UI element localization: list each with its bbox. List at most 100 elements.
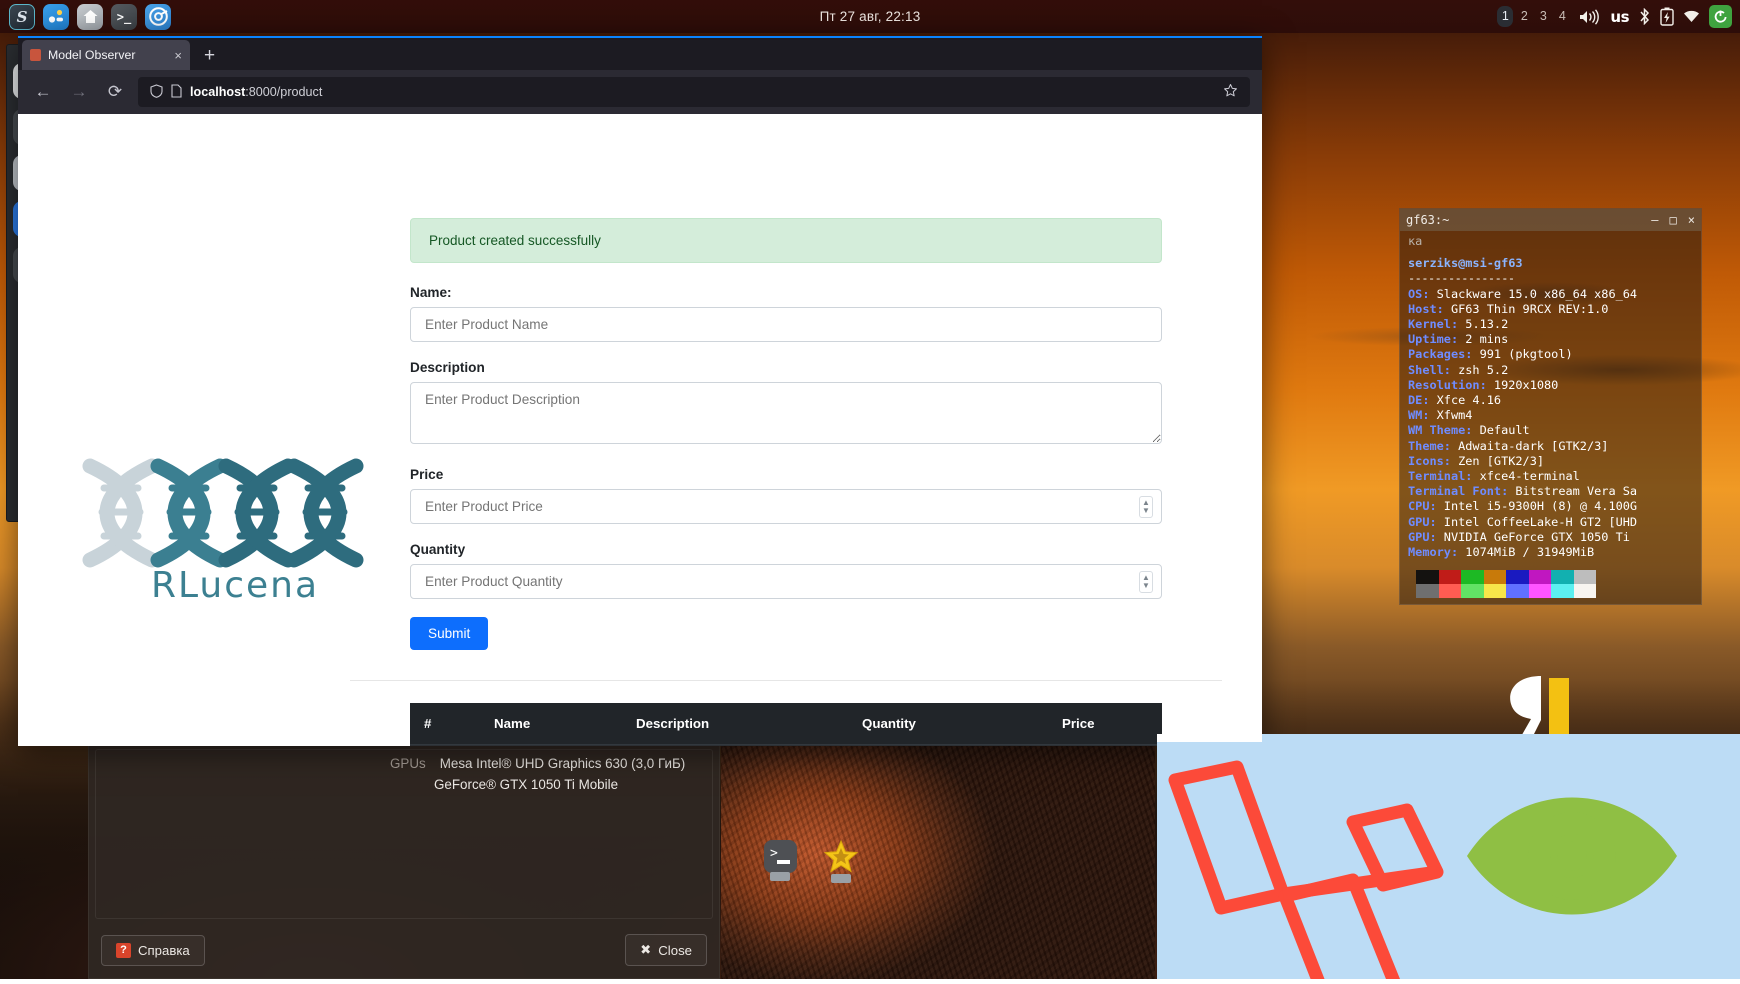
neofetch-value: Zen [GTK2/3] [1451, 454, 1544, 468]
neofetch-value: Xfce 4.16 [1429, 393, 1501, 407]
terminal-launcher[interactable]: >_ [111, 4, 137, 30]
palette-swatch [1439, 570, 1462, 584]
neofetch-line: Terminal: xfce4-terminal [1408, 469, 1693, 484]
svg-text:>: > [770, 846, 778, 861]
forward-button[interactable]: → [66, 82, 92, 102]
palette-swatch [1529, 584, 1552, 598]
name-input[interactable] [410, 307, 1162, 342]
browser-tabbar: Model Observer × + [18, 36, 1262, 70]
neofetch-key: WM: [1408, 408, 1429, 422]
browser-tab[interactable]: Model Observer × [22, 40, 190, 70]
close-icon[interactable]: × [1688, 213, 1695, 227]
browser-navbar: ← → ⟳ localhost:8000/product [18, 70, 1262, 114]
palette-swatch [1506, 570, 1529, 584]
neofetch-info-list: OS: Slackware 15.0 x86_64 x86_64Host: GF… [1408, 287, 1693, 561]
keyboard-layout-indicator[interactable]: us [1610, 8, 1629, 26]
neofetch-value: Xfwm4 [1429, 408, 1472, 422]
battery-icon[interactable] [1660, 7, 1674, 26]
wifi-icon[interactable] [1683, 10, 1700, 23]
quantity-stepper[interactable]: ▲▼ [1139, 571, 1153, 593]
neofetch-value: Bitstream Vera Sa [1508, 484, 1637, 498]
neofetch-line: Uptime: 2 mins [1408, 332, 1693, 347]
neofetch-key: Icons: [1408, 454, 1451, 468]
gpu-label: GPUs [390, 756, 426, 771]
palette-swatch [1506, 584, 1529, 598]
back-button[interactable]: ← [30, 82, 56, 102]
panel-launchers: S >_ [0, 4, 171, 30]
neofetch-value: GF63 Thin 9RCX REV:1.0 [1444, 302, 1609, 316]
workspace-3[interactable]: 3 [1535, 6, 1551, 27]
palette-swatch [1461, 570, 1484, 584]
price-input[interactable] [410, 489, 1162, 524]
reload-button[interactable]: ⟳ [102, 82, 128, 102]
terminal-window[interactable]: gf63:~ – □ × ка serziks@msi-gf63 -------… [1399, 208, 1702, 605]
close-button-label: Close [658, 943, 692, 958]
star-desktop-icon[interactable] [824, 840, 858, 874]
product-form-column: Product created successfully Name: Descr… [410, 114, 1162, 746]
terminal-desktop-icon[interactable]: > [764, 840, 797, 873]
bluetooth-icon[interactable] [1638, 8, 1651, 25]
chromium-launcher[interactable] [145, 4, 171, 30]
palette-swatch [1574, 570, 1597, 584]
gpu-value-1: Mesa Intel® UHD Graphics 630 (3,0 ГиБ) [440, 756, 685, 771]
table-cell: arroz [480, 745, 622, 747]
palette-row-2 [1416, 584, 1596, 598]
neofetch-value: Default [1472, 423, 1529, 437]
terminal-title: gf63:~ [1406, 213, 1651, 227]
table-header-cell: Name [480, 703, 622, 745]
name-label: Name: [410, 285, 1162, 300]
price-stepper[interactable]: ▲▼ [1139, 496, 1153, 518]
table-cell: 1 [410, 745, 480, 747]
workspace-1[interactable]: 1 [1497, 6, 1513, 27]
gpu-value-2: GeForce® GTX 1050 Ti Mobile [434, 777, 618, 792]
close-tab-icon[interactable]: × [174, 49, 182, 62]
table-header-cell: Description [622, 703, 848, 745]
neofetch-key: GPU: [1408, 530, 1437, 544]
neofetch-value: 991 (pkgtool) [1472, 347, 1572, 361]
system-info-dialog: GPUs Mesa Intel® UHD Graphics 630 (3,0 Г… [88, 742, 720, 979]
neofetch-line: WM: Xfwm4 [1408, 408, 1693, 423]
terminal-output: ка serziks@msi-gf63 ---------------- OS:… [1400, 231, 1701, 598]
terminal-prev-line: ка [1408, 234, 1693, 249]
new-tab-button[interactable]: + [204, 46, 215, 65]
terminal-titlebar[interactable]: gf63:~ – □ × [1400, 209, 1701, 231]
description-input[interactable] [410, 382, 1162, 444]
products-table: #NameDescriptionQuantityPrice 1arroz5kg1… [410, 703, 1162, 746]
close-button[interactable]: ✖ Close [625, 934, 707, 966]
neofetch-line: WM Theme: Default [1408, 423, 1693, 438]
logout-icon[interactable] [1709, 5, 1732, 28]
neofetch-line: Icons: Zen [GTK2/3] [1408, 454, 1693, 469]
panel-clock[interactable]: Пт 27 авг, 22:13 [0, 9, 1740, 24]
help-button[interactable]: ? Справка [101, 935, 205, 966]
neofetch-line: CPU: Intel i5-9300H (8) @ 4.100G [1408, 499, 1693, 514]
palette-swatch [1461, 584, 1484, 598]
star-icon[interactable] [1223, 83, 1238, 101]
file-manager-launcher[interactable] [43, 4, 69, 30]
neofetch-key: Terminal: [1408, 469, 1472, 483]
shield-icon[interactable] [150, 84, 163, 101]
neofetch-value: Slackware 15.0 x86_64 x86_64 [1429, 287, 1637, 301]
xfce-top-panel[interactable]: S >_ Пт 27 авг, 22:13 1234 us [0, 0, 1740, 33]
table-body: 1arroz5kg1132Carne1kg143 [410, 745, 1162, 747]
workspace-switcher[interactable]: 1234 [1497, 6, 1570, 27]
speaker-icon[interactable] [1579, 9, 1601, 25]
url-bar[interactable]: localhost:8000/product [138, 77, 1250, 107]
workspace-4[interactable]: 4 [1554, 6, 1570, 27]
submit-button[interactable]: Submit [410, 617, 488, 650]
url-path: :8000/product [245, 85, 322, 99]
palette-swatch [1551, 584, 1574, 598]
maximize-icon[interactable]: □ [1670, 213, 1677, 227]
workspace-2[interactable]: 2 [1516, 6, 1532, 27]
home-launcher[interactable] [77, 4, 103, 30]
minimize-icon[interactable]: – [1651, 213, 1658, 227]
close-icon: ✖ [640, 942, 651, 958]
palette-swatch [1484, 570, 1507, 584]
sublime-text-launcher[interactable]: S [9, 4, 35, 30]
table-header-row: #NameDescriptionQuantityPrice [410, 703, 1162, 745]
neofetch-value: zsh 5.2 [1451, 363, 1508, 377]
neofetch-rule: ---------------- [1408, 271, 1693, 286]
quantity-input[interactable] [410, 564, 1162, 599]
browser-window[interactable]: Model Observer × + ← → ⟳ localhost:8000/… [18, 36, 1262, 746]
neofetch-key: OS: [1408, 287, 1429, 301]
palette-swatch [1416, 570, 1439, 584]
